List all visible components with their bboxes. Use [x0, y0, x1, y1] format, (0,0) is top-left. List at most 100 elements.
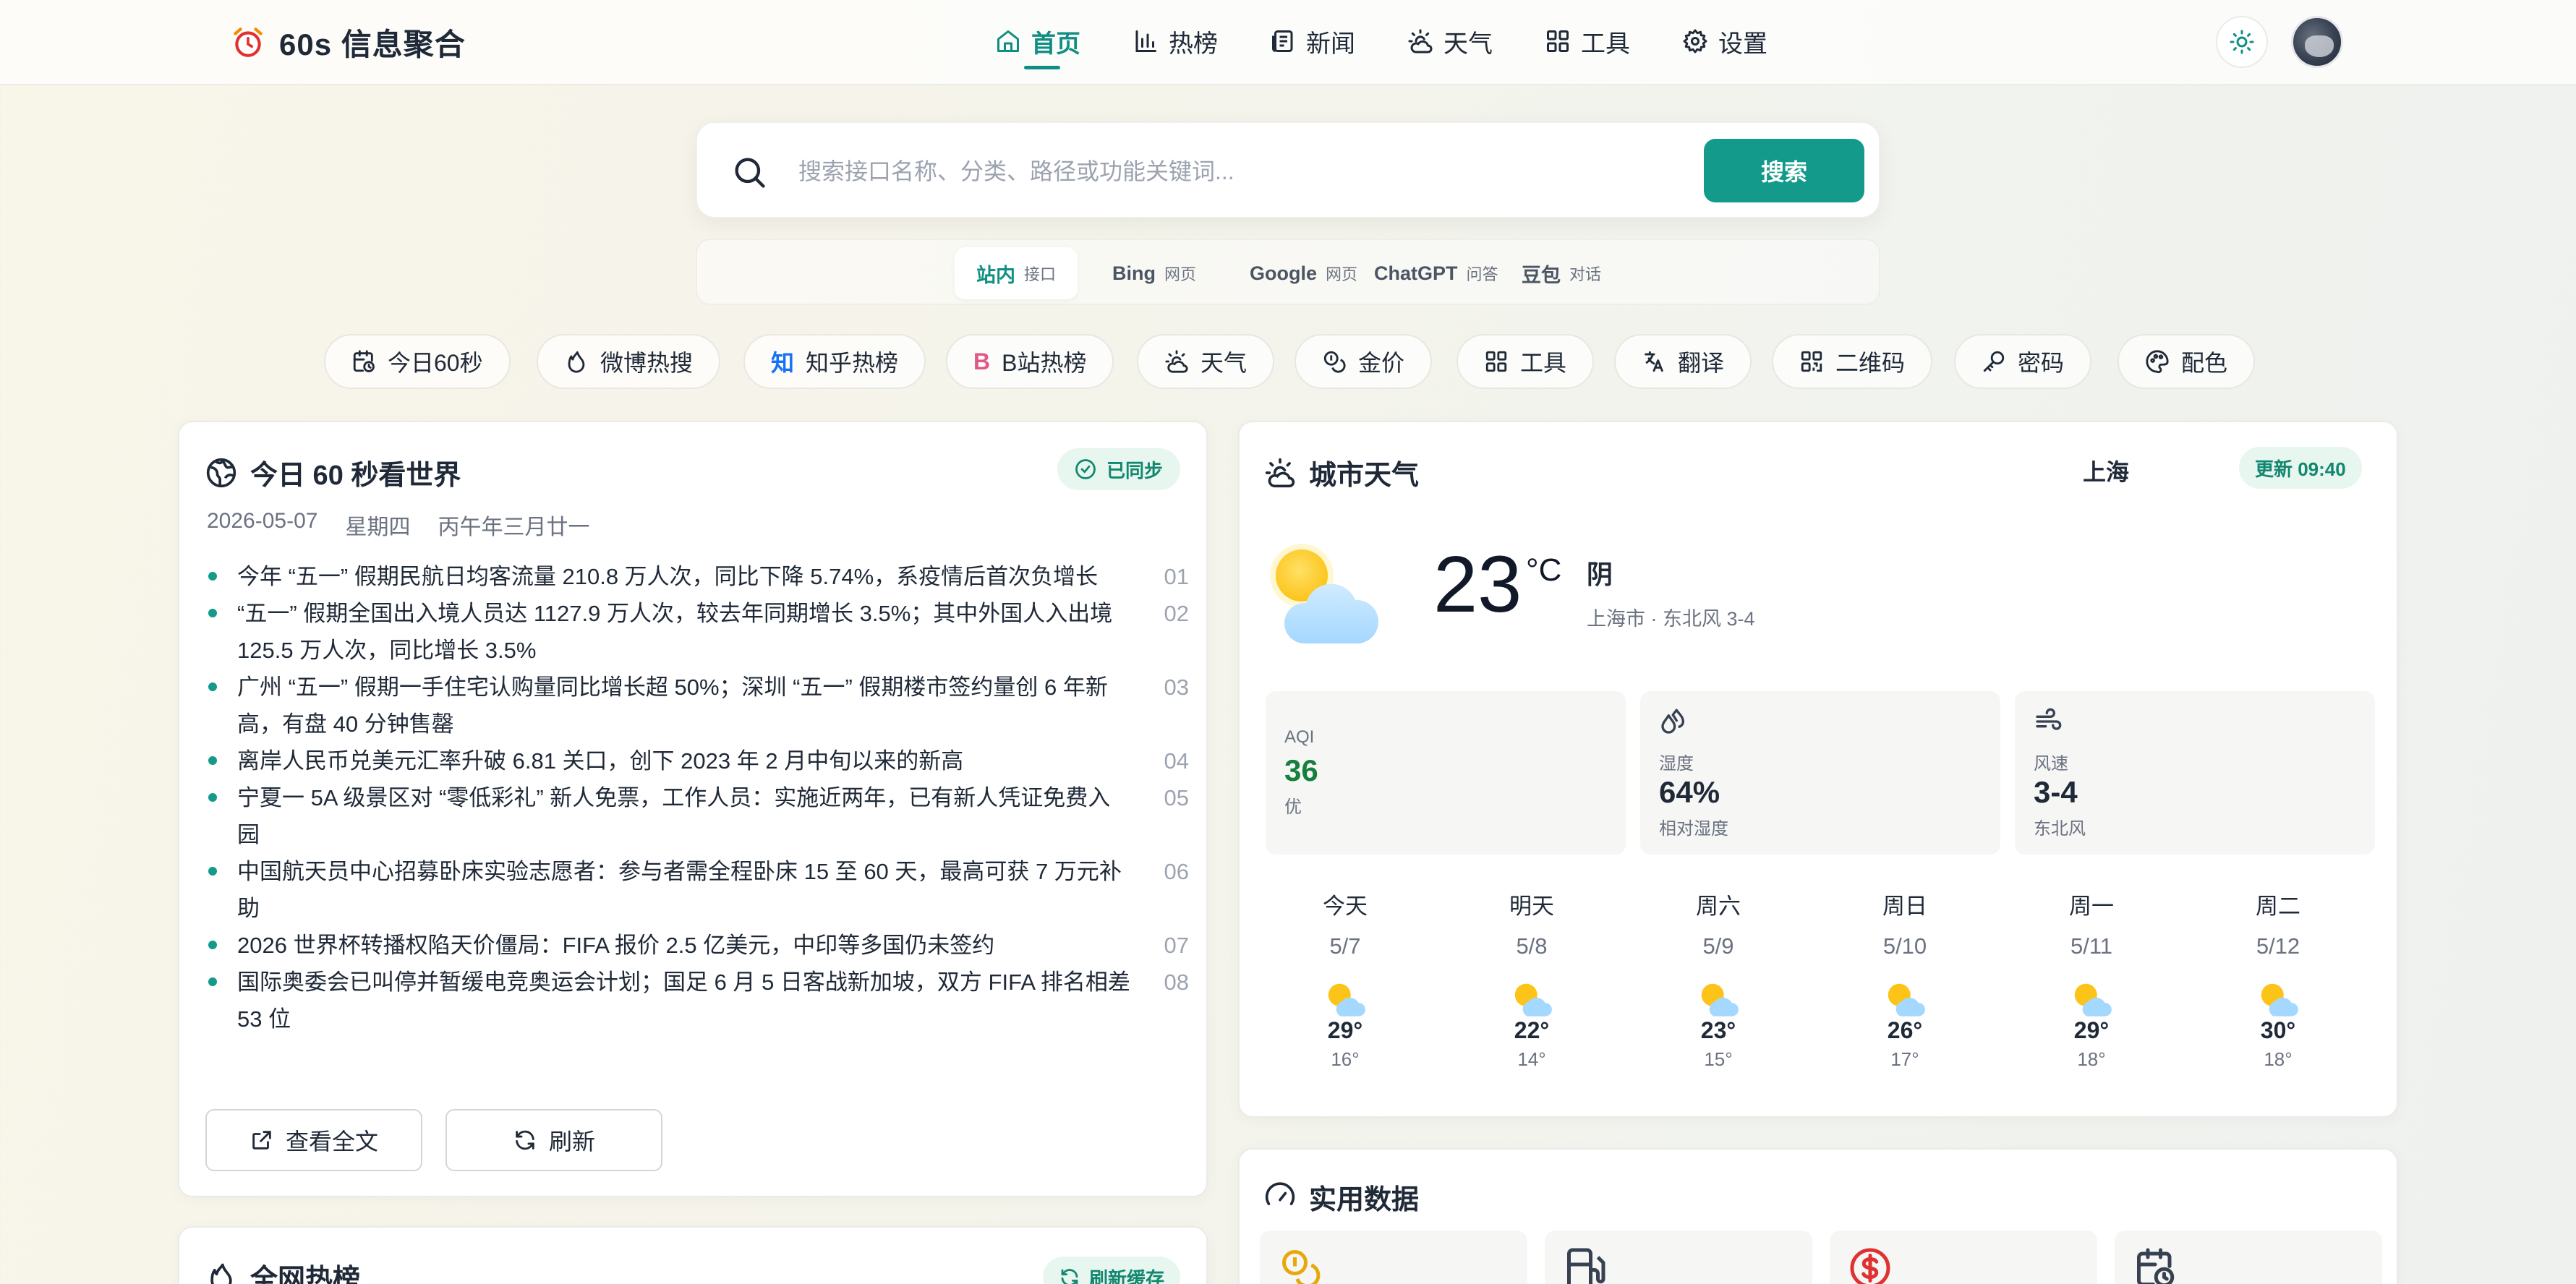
nav-settings-label: 设置 — [1718, 30, 1767, 58]
news-item-text: 今年 “五一” 假期民航日均客流量 210.8 万人次，同比下降 5.74%，系… — [237, 564, 1099, 589]
sun-cloud-icon — [1408, 29, 1433, 54]
external-link-icon — [252, 1131, 271, 1150]
news-date: 2026-05-07 — [207, 509, 318, 533]
bullet-dot — [208, 756, 217, 765]
main-nav: 首页 热榜 新闻 天气 工具 设置 — [995, 22, 1820, 69]
forecast-low: 14° — [1517, 1048, 1546, 1070]
nav-hot-label: 热榜 — [1169, 30, 1218, 58]
news-item[interactable]: 宁夏一 5A 级景区对 “零低彩礼” 新人免票，工作人员：实施近两年，已有新人凭… — [205, 779, 1189, 853]
news-item[interactable]: 离岸人民币兑美元汇率升破 6.81 关口，创下 2023 年 2 月中旬以来的新… — [205, 742, 1189, 779]
aqi-level: 优 — [1284, 797, 1302, 817]
quick-link-bilibili[interactable]: B B站热榜 — [946, 334, 1114, 389]
theme-toggle-button[interactable] — [2216, 16, 2268, 68]
search-input[interactable] — [798, 149, 1666, 194]
news-item[interactable]: “五一” 假期全国出入境人员达 1127.9 万人次，较去年同期增长 3.5%；… — [205, 595, 1189, 669]
search-bar: 搜索 — [696, 121, 1880, 218]
nav-tools-label: 工具 — [1581, 30, 1630, 58]
news-item[interactable]: 2026 世界杯转播权陷天价僵局：FIFA 报价 2.5 亿美元，中印等多国仍未… — [205, 927, 1189, 964]
engine-tab-doubao[interactable]: 豆包 对话 — [1500, 247, 1623, 299]
news-item[interactable]: 广州 “五一” 假期一手住宅认购量同比增长超 50%；深圳 “五一” 假期楼市签… — [205, 669, 1189, 742]
engine-name: ChatGPT — [1374, 262, 1458, 284]
news-item[interactable]: 国际奥委会已叫停并暂缓电竞奥运会计划；国足 6 月 5 日客战新加坡，双方 FI… — [205, 964, 1189, 1037]
news-item[interactable]: 中国航天员中心招募卧床实验志愿者：参与者需全程卧床 15 至 60 天，最高可获… — [205, 853, 1189, 927]
news-item-number: 04 — [1164, 748, 1189, 774]
check-circle-icon — [1075, 459, 1096, 479]
search-button[interactable]: 搜索 — [1704, 139, 1864, 202]
quick-link-weather[interactable]: 天气 — [1137, 334, 1275, 389]
calendar-clock-icon — [2137, 1248, 2175, 1284]
refresh-cache-label: 刷新缓存 — [1089, 1267, 1165, 1284]
news-item-text: 离岸人民币兑美元汇率升破 6.81 关口，创下 2023 年 2 月中旬以来的新… — [237, 748, 964, 774]
nav-news[interactable]: 新闻 — [1270, 22, 1355, 61]
engine-tab-chatgpt[interactable]: ChatGPT 问答 — [1352, 247, 1520, 299]
search-engine-tabs: 站内 接口 Bing 网页 Google 网页 ChatGPT 问答 豆包 对话 — [696, 239, 1880, 305]
quick-link-label: 微博热搜 — [600, 350, 694, 376]
quick-link-tools[interactable]: 工具 — [1457, 334, 1595, 389]
temperature-unit: °C — [1526, 552, 1562, 588]
news-item-text: “五一” 假期全国出入境人员达 1127.9 万人次，较去年同期增长 3.5%；… — [237, 601, 1113, 663]
view-all-button[interactable]: 查看全文 — [205, 1109, 422, 1171]
sync-status-text: 已同步 — [1106, 459, 1164, 482]
news-item-text: 宁夏一 5A 级景区对 “零低彩礼” 新人免票，工作人员：实施近两年，已有新人凭… — [237, 785, 1111, 847]
news-item-number: 06 — [1164, 859, 1189, 884]
weather-city[interactable]: 上海 — [2083, 454, 2129, 487]
engine-tab-bing[interactable]: Bing 网页 — [1091, 247, 1218, 299]
forecast-low: 17° — [1890, 1048, 1919, 1070]
utility-tile-gold[interactable] — [1260, 1230, 1527, 1284]
news-item-number: 08 — [1164, 970, 1189, 995]
user-avatar[interactable] — [2291, 16, 2343, 68]
partly-cloudy-icon — [1514, 983, 1552, 1017]
calendar-clock-icon — [353, 350, 375, 372]
quick-link-gold[interactable]: 金价 — [1295, 334, 1433, 389]
forecast-date: 5/12 — [2256, 933, 2300, 959]
quick-link-60s[interactable]: 今日60秒 — [324, 334, 511, 389]
quick-link-weibo[interactable]: 微博热搜 — [537, 334, 721, 389]
quick-link-label: 密码 — [2018, 350, 2065, 376]
quick-link-translate[interactable]: 翻译 — [1614, 334, 1752, 389]
quick-link-password[interactable]: 密码 — [1954, 334, 2092, 389]
translate-icon — [1645, 351, 1663, 372]
nav-home[interactable]: 首页 — [995, 22, 1080, 69]
quick-link-qrcode[interactable]: 二维码 — [1772, 334, 1933, 389]
forecast-date: 5/8 — [1516, 933, 1548, 959]
quick-link-palette[interactable]: 配色 — [2117, 334, 2256, 389]
coins-icon — [1282, 1250, 1321, 1284]
utility-tile-fuel[interactable] — [1545, 1230, 1812, 1284]
brand[interactable]: 60s 信息聚合 — [230, 22, 466, 62]
news-item[interactable]: 今年 “五一” 假期民航日均客流量 210.8 万人次，同比下降 5.74%，系… — [205, 558, 1189, 595]
hot-title-text: 全网热榜 — [250, 1264, 361, 1284]
nav-weather[interactable]: 天气 — [1407, 22, 1493, 61]
weather-location-wind: 上海市 · 东北风 3-4 — [1587, 608, 1755, 630]
partly-cloudy-icon — [2261, 983, 2298, 1017]
partly-cloudy-icon — [1888, 983, 1925, 1017]
search-icon — [735, 158, 765, 188]
forecast-date: 5/11 — [2070, 933, 2113, 959]
quick-link-zhihu[interactable]: 知 知乎热榜 — [743, 334, 926, 389]
weather-title-text: 城市天气 — [1309, 461, 1420, 491]
wind-tile: 风速 3-4 东北风 — [2015, 691, 2375, 855]
forecast-date: 5/7 — [1329, 933, 1361, 959]
forecast-day: 周日 5/10 26° 17° — [1847, 888, 1963, 1071]
nav-tools[interactable]: 工具 — [1545, 22, 1630, 61]
refresh-button[interactable]: 刷新 — [445, 1109, 662, 1171]
refresh-icon — [1061, 1269, 1078, 1284]
forecast-low: 15° — [1704, 1048, 1733, 1070]
top-header: 60s 信息聚合 首页 热榜 新闻 天气 工具 设置 — [0, 0, 2576, 85]
newspaper-icon — [1272, 30, 1293, 52]
engine-tab-site[interactable]: 站内 接口 — [955, 247, 1078, 299]
bullet-dot — [208, 867, 217, 876]
utility-tile-calendar[interactable] — [2115, 1230, 2382, 1284]
key-icon — [1983, 351, 2005, 372]
refresh-label: 刷新 — [548, 1129, 595, 1155]
utility-tile-exchange[interactable] — [1830, 1230, 2097, 1284]
news-item-text: 广州 “五一” 假期一手住宅认购量同比增长超 50%；深圳 “五一” 假期楼市签… — [237, 675, 1108, 737]
flame-icon — [568, 351, 585, 373]
gauge-icon — [1265, 1181, 1295, 1205]
forecast-date: 5/9 — [1702, 933, 1734, 959]
wind-value: 3-4 — [2034, 775, 2078, 809]
refresh-cache-button[interactable]: 刷新缓存 — [1043, 1257, 1181, 1284]
nav-settings[interactable]: 设置 — [1682, 22, 1767, 61]
utility-data-card: 实用数据 — [1238, 1148, 2398, 1284]
nav-hot[interactable]: 热榜 — [1133, 22, 1218, 61]
hot-list-card: 全网热榜 刷新缓存 — [178, 1226, 1208, 1284]
